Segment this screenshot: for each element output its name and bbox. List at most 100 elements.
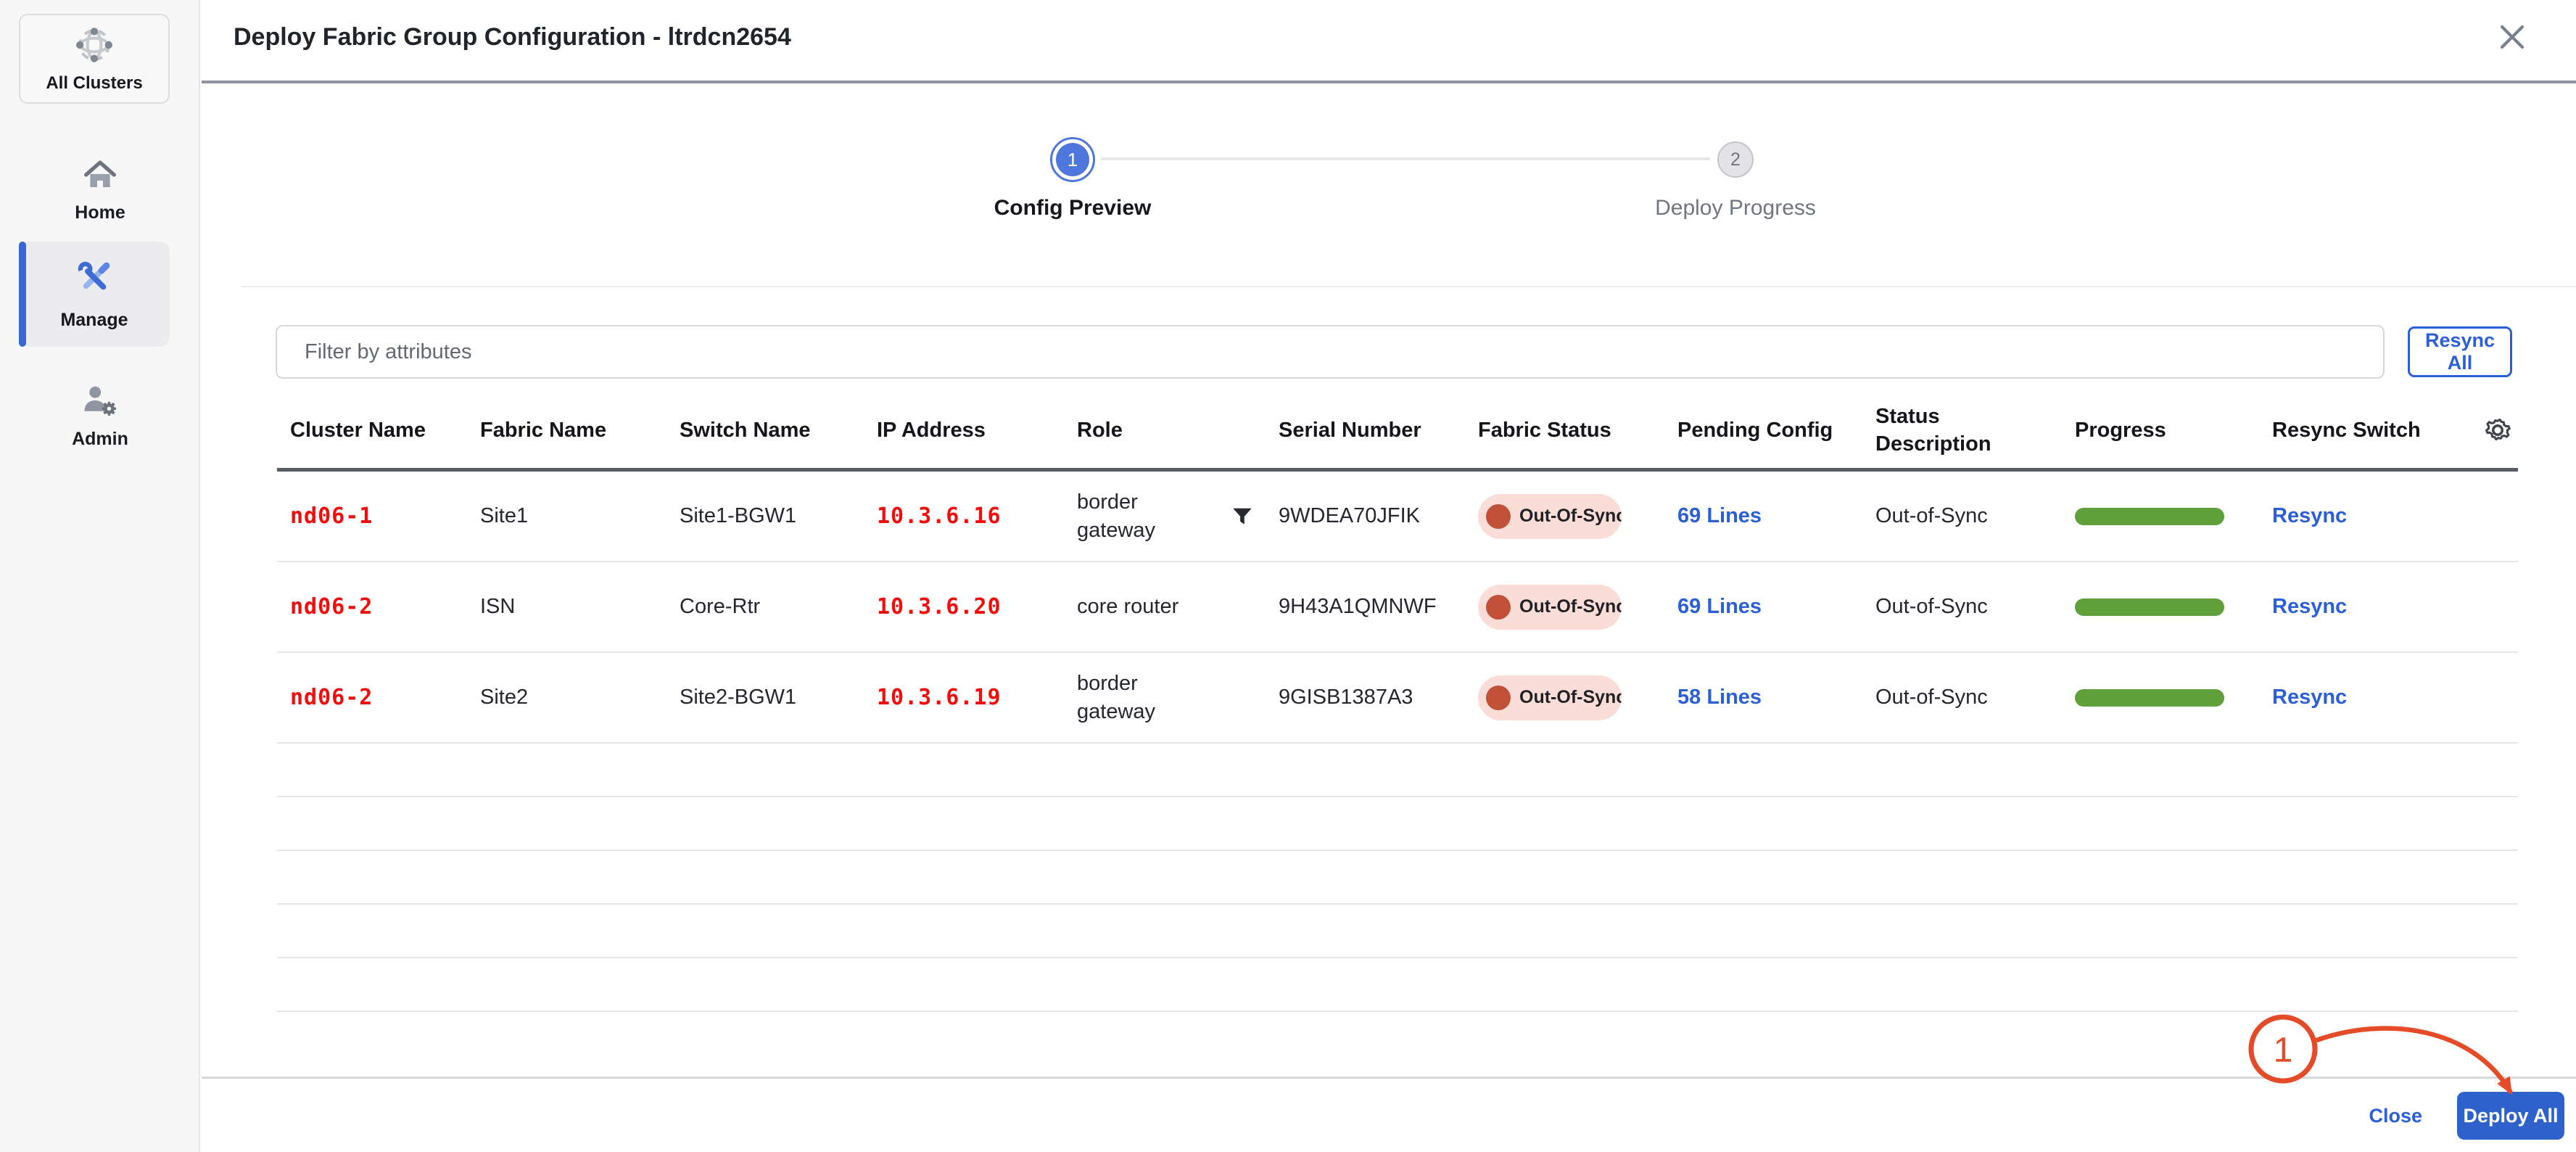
cell-cluster-name: nd06-2 [277, 685, 480, 710]
empty-table-row [277, 905, 2518, 958]
cell-status-description: Out-of-Sync [1875, 686, 2075, 709]
sidebar-item-home[interactable]: Home [0, 158, 200, 223]
manage-tools-icon [75, 258, 114, 301]
stepper-connector [1101, 157, 1710, 160]
cell-ip-address: 10.3.6.19 [877, 685, 1077, 710]
resync-link[interactable]: Resync [2272, 504, 2462, 528]
table-row: nd06-1 Site1 Site1-BGW1 10.3.6.16 border… [277, 472, 2518, 562]
status-dot-icon [1486, 504, 1511, 529]
cell-cluster-name: nd06-1 [277, 503, 480, 529]
empty-table-row [277, 1012, 2518, 1077]
col-status-description: Status Description [1875, 403, 2020, 458]
col-resync-switch: Resync Switch [2272, 416, 2462, 444]
col-progress: Progress [2075, 416, 2272, 444]
fabric-status-badge: Out-Of-Sync [1478, 494, 1622, 539]
switch-table: Cluster Name Fabric Name Switch Name IP … [277, 392, 2518, 1077]
table-row: nd06-2 ISN Core-Rtr 10.3.6.20 core route… [277, 562, 2518, 653]
filter-funnel-icon[interactable] [1229, 503, 1255, 530]
sidebar-item-label: All Clusters [46, 73, 142, 94]
cell-progress [2075, 689, 2272, 707]
filter-input[interactable] [276, 325, 2385, 379]
cell-fabric-status: Out-Of-Sync [1478, 675, 1677, 720]
role-text: core router [1077, 593, 1178, 621]
step-2-circle: 2 [1717, 141, 1754, 178]
page-title: Deploy Fabric Group Configuration - ltrd… [234, 23, 791, 52]
step-1-label: Config Preview [891, 196, 1254, 221]
col-role: Role [1077, 416, 1279, 444]
title-divider [202, 81, 2576, 83]
table-row: nd06-2 Site2 Site2-BGW1 10.3.6.19 border… [277, 653, 2518, 744]
cell-serial-number: 9WDEA70JFIK [1279, 504, 1478, 528]
status-dot-icon [1486, 595, 1511, 620]
table-header-row: Cluster Name Fabric Name Switch Name IP … [277, 392, 2518, 472]
cell-progress [2075, 598, 2272, 616]
fabric-status-text: Out-Of-Sync [1519, 596, 1622, 617]
pending-config-link[interactable]: 58 Lines [1677, 686, 1875, 709]
col-fabric-status: Fabric Status [1478, 416, 1677, 444]
section-divider [241, 286, 2576, 287]
sidebar-item-all-clusters[interactable]: All Clusters [19, 14, 170, 104]
pending-config-link[interactable]: 69 Lines [1677, 504, 1875, 528]
cell-switch-name: Core-Rtr [680, 595, 877, 619]
cell-role: border gateway [1077, 488, 1279, 545]
cell-switch-name: Site1-BGW1 [680, 504, 877, 528]
sidebar: All Clusters Home Manage [0, 0, 200, 1152]
deploy-modal: Deploy Fabric Group Configuration - ltrd… [202, 0, 2576, 1152]
cell-role: border gateway [1077, 670, 1279, 726]
empty-table-row [277, 851, 2518, 905]
step-1-number: 1 [1056, 143, 1089, 176]
empty-table-row [277, 958, 2518, 1012]
resync-link[interactable]: Resync [2272, 595, 2462, 619]
cell-fabric-name: Site2 [480, 686, 680, 709]
fabric-status-text: Out-Of-Sync [1519, 687, 1622, 708]
role-text: border gateway [1077, 670, 1202, 726]
empty-table-row [277, 797, 2518, 851]
progress-bar [2075, 689, 2224, 707]
cell-ip-address: 10.3.6.20 [877, 594, 1077, 620]
sidebar-item-label: Manage [60, 310, 128, 331]
active-indicator [19, 242, 26, 347]
cell-switch-name: Site2-BGW1 [680, 686, 877, 709]
cell-serial-number: 9GISB1387A3 [1279, 686, 1478, 709]
sidebar-item-label: Home [75, 202, 125, 223]
home-icon [82, 158, 118, 195]
cell-role: core router [1077, 593, 1279, 621]
role-text: border gateway [1077, 488, 1202, 545]
deploy-all-button[interactable]: Deploy All [2457, 1092, 2564, 1140]
col-fabric-name: Fabric Name [480, 416, 680, 444]
fabric-status-badge: Out-Of-Sync [1478, 585, 1622, 630]
status-dot-icon [1486, 686, 1511, 710]
progress-bar [2075, 598, 2224, 616]
cell-cluster-name: nd06-2 [277, 594, 480, 620]
table-body: nd06-1 Site1 Site1-BGW1 10.3.6.16 border… [277, 472, 2518, 1077]
step-2-label: Deploy Progress [1554, 196, 1917, 221]
col-ip-address: IP Address [877, 416, 1077, 444]
close-icon[interactable] [2493, 19, 2531, 57]
close-button[interactable]: Close [2369, 1105, 2422, 1127]
col-switch-name: Switch Name [680, 416, 877, 444]
resync-all-button[interactable]: Resync All [2408, 326, 2512, 377]
cell-fabric-name: ISN [480, 595, 680, 619]
cell-fabric-name: Site1 [480, 504, 680, 528]
fabric-status-badge: Out-Of-Sync [1478, 675, 1622, 720]
all-clusters-icon [74, 25, 115, 69]
sidebar-item-admin[interactable]: Admin [0, 383, 200, 450]
step-2-number: 2 [1730, 149, 1741, 170]
cell-fabric-status: Out-Of-Sync [1478, 494, 1677, 539]
cell-status-description: Out-of-Sync [1875, 595, 2075, 619]
cell-fabric-status: Out-Of-Sync [1478, 585, 1677, 630]
step-1-circle: 1 [1050, 137, 1095, 182]
sidebar-item-manage[interactable]: Manage [19, 242, 170, 347]
pending-config-link[interactable]: 69 Lines [1677, 595, 1875, 619]
cell-ip-address: 10.3.6.16 [877, 503, 1077, 529]
empty-table-row [277, 744, 2518, 797]
col-serial-number: Serial Number [1279, 416, 1478, 444]
cell-serial-number: 9H43A1QMNWF [1279, 595, 1478, 619]
progress-bar [2075, 508, 2224, 525]
admin-user-gear-icon [81, 383, 119, 421]
column-settings-gear-icon[interactable] [2482, 414, 2518, 446]
sidebar-item-label: Admin [72, 429, 128, 450]
resync-link[interactable]: Resync [2272, 686, 2462, 709]
cell-progress [2075, 508, 2272, 525]
cell-status-description: Out-of-Sync [1875, 504, 2075, 528]
